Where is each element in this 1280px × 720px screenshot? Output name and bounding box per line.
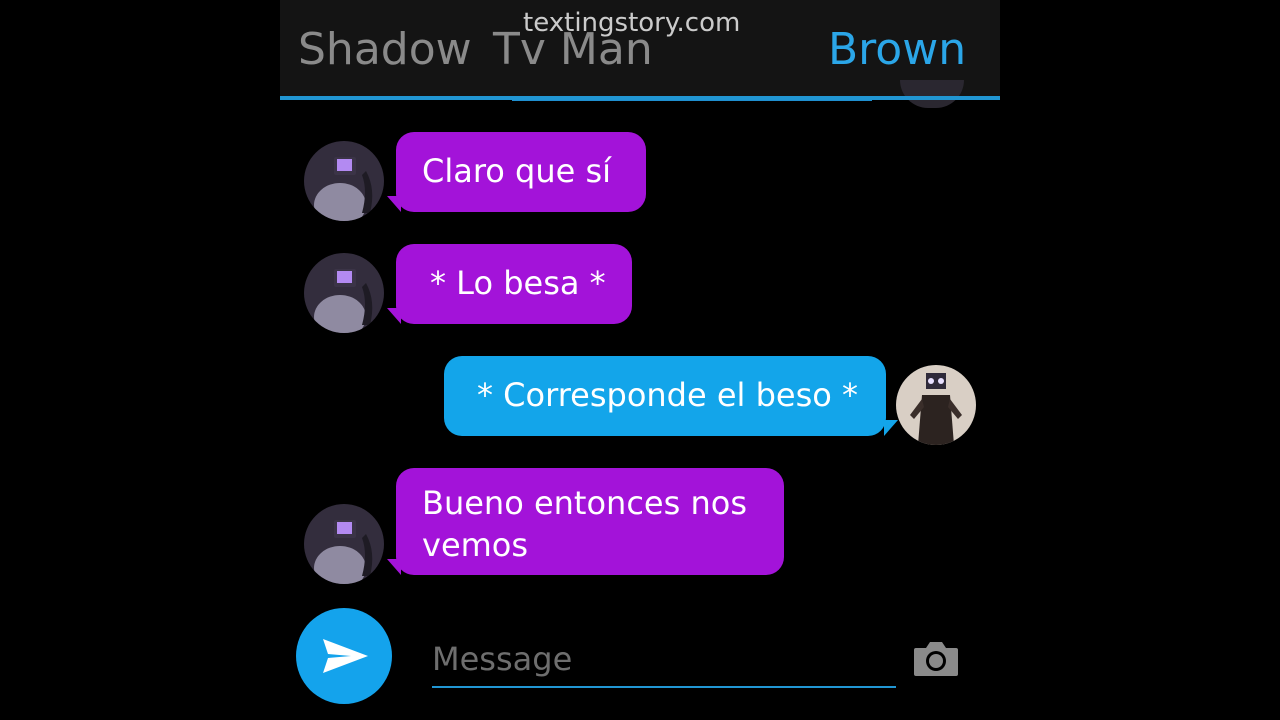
header-divider <box>280 96 1000 100</box>
message-bubble[interactable]: Bueno entonces nos vemos <box>396 468 784 575</box>
camera-button[interactable] <box>912 638 960 678</box>
scrolled-avatar-edge <box>900 80 964 108</box>
tv-man-avatar-icon <box>304 504 384 584</box>
watermark: textingstory.com <box>523 8 741 38</box>
tv-man-avatar-icon <box>304 253 384 333</box>
message-bubble[interactable]: * Corresponde el beso * <box>444 356 886 436</box>
avatar-tv-man[interactable] <box>304 141 384 221</box>
send-button[interactable] <box>296 608 392 704</box>
avatar-tv-man[interactable] <box>304 504 384 584</box>
camera-icon <box>914 642 958 676</box>
send-icon <box>323 639 368 673</box>
message-text: * Corresponde el beso * <box>477 376 859 414</box>
tab-brown[interactable]: Brown <box>828 24 966 76</box>
tab-shadow[interactable]: Shadow <box>298 24 472 76</box>
input-underline <box>432 686 896 688</box>
chat-screen: Shadow Tv Man Brown textingstory.com Cla… <box>280 0 1000 720</box>
message-input-wrapper <box>432 632 896 688</box>
tv-man-avatar-icon <box>304 141 384 221</box>
message-text: * Lo besa * <box>430 264 606 302</box>
message-text: Claro que sí <box>422 152 612 190</box>
message-input[interactable] <box>432 632 896 686</box>
message-bubble[interactable]: Claro que sí <box>396 132 646 212</box>
chat-header: Shadow Tv Man Brown textingstory.com <box>280 0 1000 97</box>
bubble-tail <box>884 420 898 436</box>
message-text: Bueno entonces nos vemos <box>422 484 747 564</box>
brown-avatar-icon <box>896 365 976 445</box>
avatar-tv-man[interactable] <box>304 253 384 333</box>
message-bubble[interactable]: * Lo besa * <box>396 244 632 324</box>
avatar-brown[interactable] <box>896 365 976 445</box>
